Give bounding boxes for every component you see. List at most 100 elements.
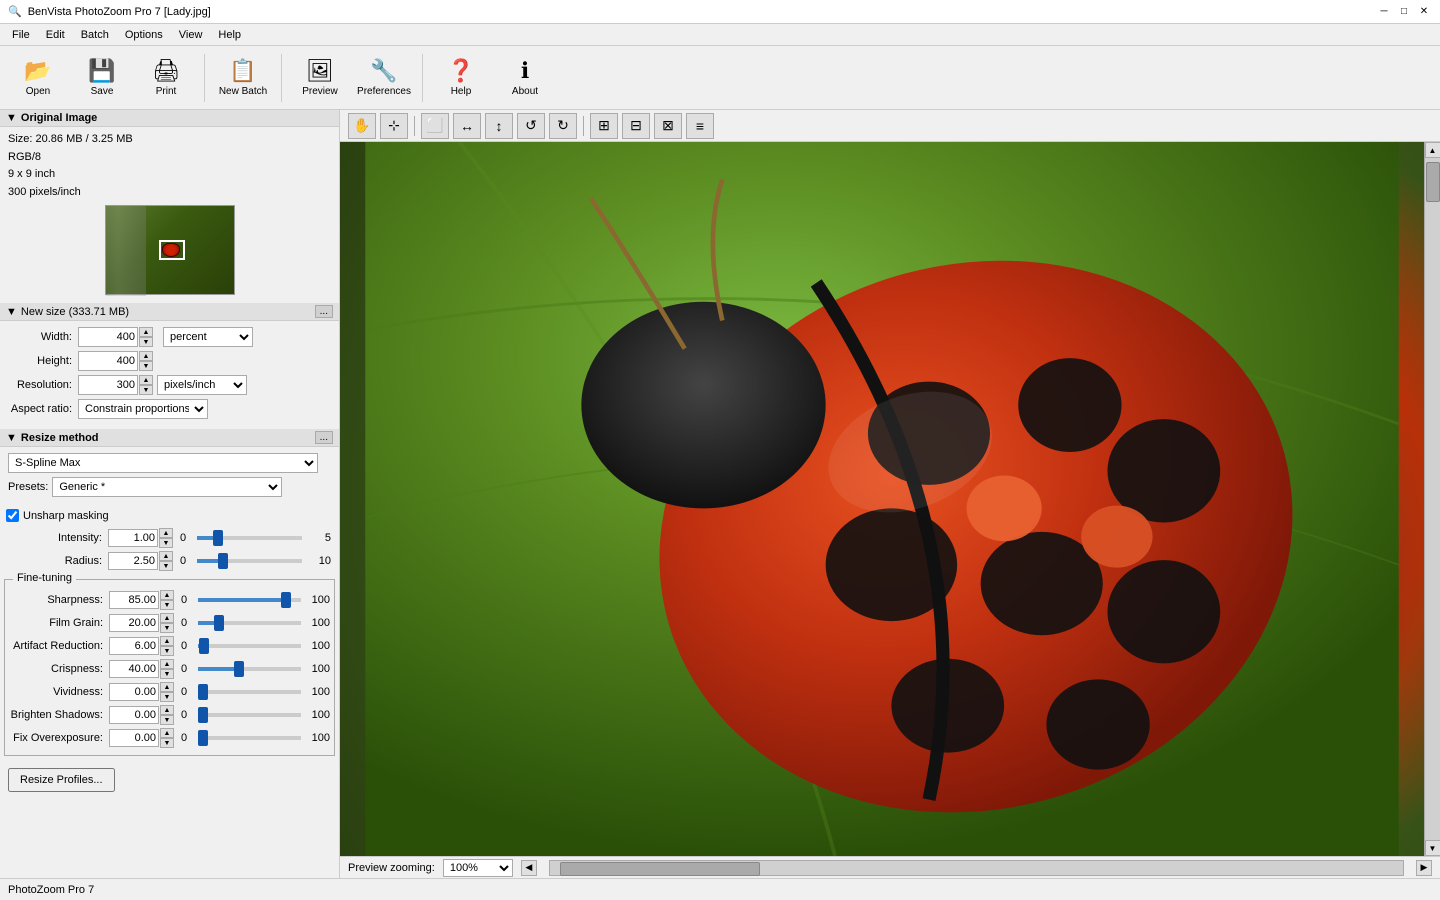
film-grain-input[interactable]	[109, 614, 159, 632]
menu-options[interactable]: Options	[117, 27, 171, 43]
vividness-input[interactable]	[109, 683, 159, 701]
sharpness-track[interactable]	[198, 598, 301, 602]
maximize-button[interactable]: □	[1396, 4, 1412, 20]
fix-track[interactable]	[198, 736, 301, 740]
radius-thumb[interactable]	[218, 553, 228, 569]
view-single[interactable]: ⊞	[590, 113, 618, 139]
about-button[interactable]: ℹ About	[495, 50, 555, 106]
crispness-thumb[interactable]	[234, 661, 244, 677]
crispness-down[interactable]: ▼	[160, 669, 174, 679]
menu-file[interactable]: File	[4, 27, 38, 43]
fix-thumb[interactable]	[198, 730, 208, 746]
resolution-spinners[interactable]: ▲ ▼	[139, 375, 153, 395]
crispness-up[interactable]: ▲	[160, 659, 174, 669]
sharpness-up[interactable]: ▲	[160, 590, 174, 600]
resolution-input[interactable]	[78, 375, 138, 395]
resolution-up[interactable]: ▲	[139, 375, 153, 385]
film-grain-up[interactable]: ▲	[160, 613, 174, 623]
artifact-input[interactable]	[109, 637, 159, 655]
size-unit-dropdown[interactable]: percent	[163, 327, 253, 347]
fix-up[interactable]: ▲	[160, 728, 174, 738]
resolution-unit-dropdown[interactable]: pixels/inch	[157, 375, 247, 395]
radius-spinners[interactable]: ▲ ▼	[159, 551, 173, 571]
vertical-scrollbar[interactable]: ▲ ▼	[1424, 142, 1440, 856]
radius-up[interactable]: ▲	[159, 551, 173, 561]
scroll-right-button[interactable]: ▶	[1416, 860, 1432, 876]
scroll-down-button[interactable]: ▼	[1425, 840, 1440, 856]
resize-profiles-button[interactable]: Resize Profiles...	[8, 768, 115, 792]
artifact-down[interactable]: ▼	[160, 646, 174, 656]
radius-track[interactable]	[197, 559, 302, 563]
preferences-button[interactable]: 🔧 Preferences	[354, 50, 414, 106]
scroll-up-button[interactable]: ▲	[1425, 142, 1440, 158]
intensity-thumb[interactable]	[213, 530, 223, 546]
sharpness-down[interactable]: ▼	[160, 600, 174, 610]
sharpness-input[interactable]	[109, 591, 159, 609]
width-up[interactable]: ▲	[139, 327, 153, 337]
view-split-h[interactable]: ⊠	[654, 113, 682, 139]
new-size-header[interactable]: ▼ New size (333.71 MB) ...	[0, 303, 339, 321]
height-down[interactable]: ▼	[139, 361, 153, 371]
new-size-more-button[interactable]: ...	[315, 305, 333, 318]
film-grain-track[interactable]	[198, 621, 301, 625]
intensity-input[interactable]	[108, 529, 158, 547]
sharpness-thumb[interactable]	[281, 592, 291, 608]
artifact-up[interactable]: ▲	[160, 636, 174, 646]
crop-tool[interactable]: ⬜	[421, 113, 449, 139]
resize-method-more-button[interactable]: ...	[315, 431, 333, 444]
fix-down[interactable]: ▼	[160, 738, 174, 748]
sharpness-spinners[interactable]: ▲ ▼	[160, 590, 174, 610]
intensity-track[interactable]	[197, 536, 302, 540]
artifact-thumb[interactable]	[199, 638, 209, 654]
minimize-button[interactable]: ─	[1376, 4, 1392, 20]
unsharp-checkbox[interactable]	[6, 509, 19, 522]
horizontal-scrollbar[interactable]	[549, 860, 1404, 876]
selection-tool[interactable]: ⊹	[380, 113, 408, 139]
crispness-spinners[interactable]: ▲ ▼	[160, 659, 174, 679]
vividness-up[interactable]: ▲	[160, 682, 174, 692]
menu-help[interactable]: Help	[210, 27, 249, 43]
height-input[interactable]	[78, 351, 138, 371]
horizontal-scroll-thumb[interactable]	[560, 862, 760, 876]
brighten-down[interactable]: ▼	[160, 715, 174, 725]
radius-input[interactable]	[108, 552, 158, 570]
rotate-cw-tool[interactable]: ↻	[549, 113, 577, 139]
scroll-left-button[interactable]: ◀	[521, 860, 537, 876]
intensity-down[interactable]: ▼	[159, 538, 173, 548]
width-input[interactable]	[78, 327, 138, 347]
vividness-thumb[interactable]	[198, 684, 208, 700]
help-button[interactable]: ❓ Help	[431, 50, 491, 106]
vividness-down[interactable]: ▼	[160, 692, 174, 702]
resolution-down[interactable]: ▼	[139, 385, 153, 395]
zoom-dropdown[interactable]: 100%	[443, 859, 513, 877]
presets-dropdown[interactable]: Generic *	[52, 477, 282, 497]
brighten-thumb[interactable]	[198, 707, 208, 723]
width-down[interactable]: ▼	[139, 337, 153, 347]
crispness-input[interactable]	[109, 660, 159, 678]
save-button[interactable]: 💾 Save	[72, 50, 132, 106]
width-spinners[interactable]: ▲ ▼	[139, 327, 153, 347]
menu-batch[interactable]: Batch	[73, 27, 117, 43]
flip-v-tool[interactable]: ↕	[485, 113, 513, 139]
brighten-up[interactable]: ▲	[160, 705, 174, 715]
vividness-track[interactable]	[198, 690, 301, 694]
radius-down[interactable]: ▼	[159, 561, 173, 571]
brighten-input[interactable]	[109, 706, 159, 724]
aspect-ratio-dropdown[interactable]: Constrain proportions	[78, 399, 208, 419]
view-split-v[interactable]: ⊟	[622, 113, 650, 139]
new-batch-button[interactable]: 📋 New Batch	[213, 50, 273, 106]
artifact-track[interactable]	[198, 644, 301, 648]
hand-tool[interactable]: ✋	[348, 113, 376, 139]
intensity-spinners[interactable]: ▲ ▼	[159, 528, 173, 548]
fix-input[interactable]	[109, 729, 159, 747]
vertical-scroll-thumb[interactable]	[1426, 162, 1440, 202]
flip-h-tool[interactable]: ↔	[453, 113, 481, 139]
open-button[interactable]: 📂 Open	[8, 50, 68, 106]
film-grain-down[interactable]: ▼	[160, 623, 174, 633]
brighten-track[interactable]	[198, 713, 301, 717]
title-bar-controls[interactable]: ─ □ ✕	[1376, 4, 1432, 20]
view-compare[interactable]: ≡	[686, 113, 714, 139]
menu-view[interactable]: View	[171, 27, 211, 43]
resize-method-dropdown[interactable]: S-Spline Max	[8, 453, 318, 473]
height-up[interactable]: ▲	[139, 351, 153, 361]
